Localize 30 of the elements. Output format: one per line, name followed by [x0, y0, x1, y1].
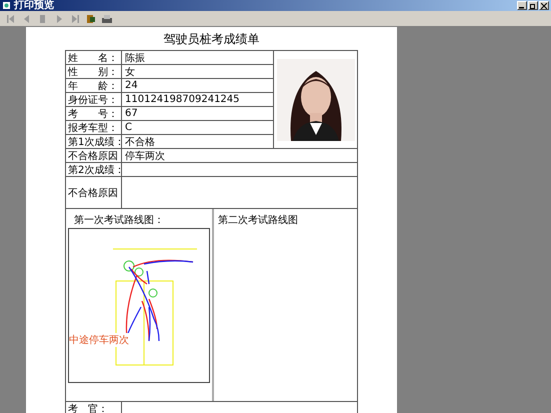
field-value: 110124198709241245 — [124, 93, 241, 106]
diagram-caption: 第一次考试路线图： — [73, 214, 165, 224]
restore-icon — [530, 2, 536, 8]
field-label: 性 别： — [66, 65, 122, 78]
minimize-button[interactable] — [517, 1, 527, 10]
report-title: 驾驶员桩考成绩单 — [164, 31, 260, 48]
field-label: 考 官： — [66, 402, 122, 413]
field-label: 考 号： — [66, 107, 122, 120]
field-value: 陈振 — [124, 52, 146, 64]
restore-button[interactable] — [528, 1, 538, 10]
printer-icon[interactable] — [102, 14, 112, 24]
field-label: 报考车型： — [66, 121, 122, 134]
field-label: 第2次成绩： — [66, 163, 122, 176]
route-note: 中途停车两次 — [69, 333, 129, 347]
close-button[interactable] — [539, 1, 549, 10]
diagram-caption: 第二次考试路线图 — [217, 214, 299, 224]
field-value: 停车两次 — [124, 150, 166, 162]
app-icon — [2, 1, 11, 10]
field-value: 24 — [124, 79, 139, 92]
field-label: 年 龄： — [66, 79, 122, 92]
field-value: 67 — [124, 107, 139, 120]
field-value: 女 — [124, 66, 136, 78]
field-label: 第1次成绩： — [66, 135, 122, 148]
close-icon — [541, 2, 547, 8]
field-label: 姓 名： — [66, 51, 122, 64]
field-label: 身份证号： — [66, 93, 122, 106]
field-label: 不合格原因 — [66, 177, 122, 208]
field-label: 不合格原因 — [66, 149, 122, 162]
field-value: 不合格 — [124, 136, 156, 148]
field-value: C — [124, 121, 133, 134]
